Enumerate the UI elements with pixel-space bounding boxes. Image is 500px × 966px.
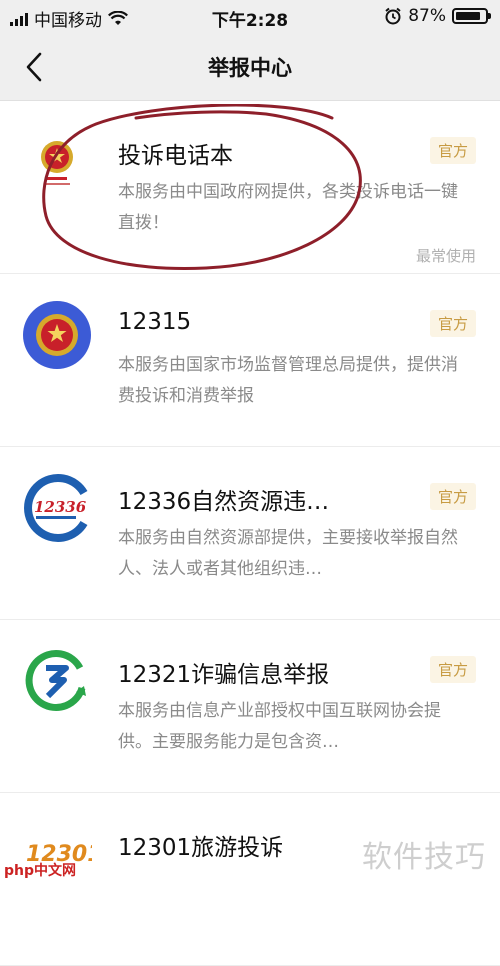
official-badge: 官方 [429,483,476,510]
item-description: 本服务由中国政府网提供，各类投诉电话一键直拨！ [118,182,458,233]
anti-fraud-logo-icon [25,650,86,711]
item-title: 12301旅游投诉 [118,835,284,861]
svg-text:12336: 12336 [34,498,87,516]
most-used-label: 最常使用 [415,247,476,265]
battery-icon [452,8,491,24]
item-description: 本服务由国家市场监督管理总局提供，提供消费投诉和消费举报 [118,355,458,406]
battery-fill [456,12,480,20]
item-title: 12315 [118,309,192,335]
page-title: 举报中心 [208,56,292,80]
item-description: 本服务由自然资源部提供，主要接收举报自然人、法人或者其他组织违… [118,528,458,579]
list-item-12336[interactable]: 12336 12336自然资源违… 官方 本服务由自然资源部提供，主要接收举报自… [0,447,500,620]
status-right: 87% [384,6,491,26]
official-badge: 官方 [429,310,476,337]
item-title: 投诉电话本 [118,143,233,169]
nav-bar: 举报中心 [0,34,500,101]
natural-resources-logo-icon: 12336 [24,474,88,542]
official-badge: 官方 [429,137,476,164]
status-bar: 中国移动 下午2:28 87% [0,0,500,34]
item-description: 本服务由信息产业部授权中国互联网协会提供。主要服务能力是包含资… [118,701,441,752]
national-emblem-icon [41,141,73,185]
item-title: 12321诈骗信息举报 [118,662,330,688]
watermark-text: 软件技巧 [362,840,486,875]
battery-percent: 87% [408,6,446,26]
list-item-12315[interactable]: 12315 官方 本服务由国家市场监督管理总局提供，提供消费投诉和消费举报 [0,274,500,447]
alarm-clock-icon [385,7,401,25]
list-item-12321[interactable]: 12321诈骗信息举报 官方 本服务由信息产业部授权中国互联网协会提供。主要服务… [0,620,500,793]
national-emblem-blue-icon [23,301,91,369]
official-badge: 官方 [429,656,476,683]
site-watermark: php中文网 [4,863,77,879]
item-title: 12336自然资源违… [118,489,330,515]
list-item-complaint-phonebook[interactable]: 投诉电话本 官方 本服务由中国政府网提供，各类投诉电话一键直拨！ 最常使用 [0,101,500,274]
